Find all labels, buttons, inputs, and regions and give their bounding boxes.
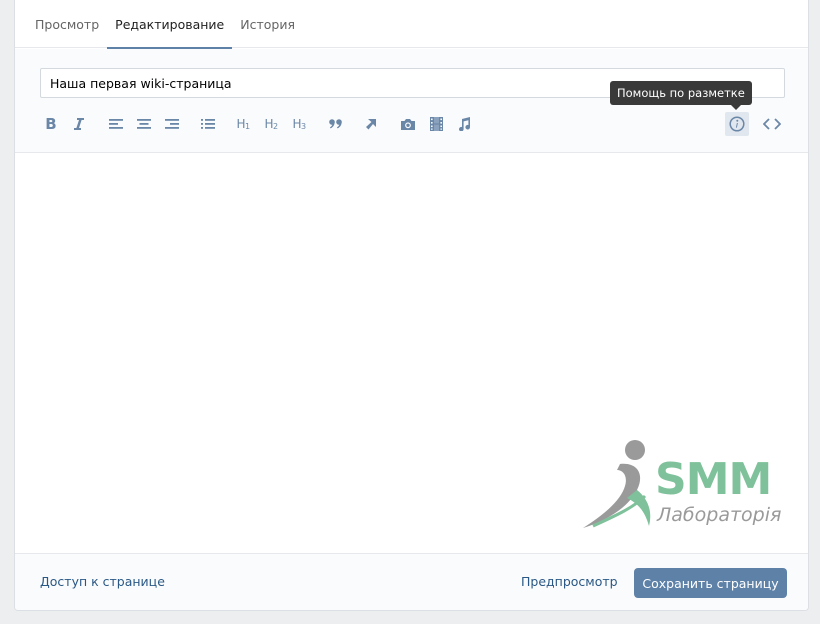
bold-icon: B: [45, 115, 57, 133]
heading-3-icon: H3: [292, 117, 306, 131]
preview-link[interactable]: Предпросмотр: [521, 574, 618, 589]
page-access-link[interactable]: Доступ к странице: [40, 574, 165, 589]
heading-3-letter: H: [292, 117, 301, 131]
save-page-button[interactable]: Сохранить страницу: [634, 568, 787, 598]
smm-lab-watermark: SMM Лабораторія: [575, 434, 795, 534]
align-center-icon: [137, 119, 151, 129]
tab-bar: Просмотр Редактирование История: [15, 0, 808, 49]
bold-button[interactable]: B: [39, 112, 63, 136]
wiki-editor-card: Просмотр Редактирование История B: [14, 0, 809, 611]
heading-1-icon: H1: [236, 117, 250, 131]
align-left-button[interactable]: [104, 112, 128, 136]
heading-2-letter: H: [264, 117, 273, 131]
align-right-button[interactable]: [160, 112, 184, 136]
quote-icon: [329, 119, 342, 129]
watermark-subtitle: Лабораторія: [657, 504, 782, 526]
heading-1-level: 1: [244, 122, 250, 131]
photo-button[interactable]: [396, 112, 420, 136]
heading-1-letter: H: [236, 117, 245, 131]
heading-3-button[interactable]: H3: [287, 112, 311, 136]
heading-1-button[interactable]: H1: [231, 112, 255, 136]
tab-view[interactable]: Просмотр: [27, 0, 107, 48]
code-icon: [763, 118, 781, 130]
editor-header: B: [15, 49, 808, 153]
video-icon: [429, 117, 443, 131]
heading-2-button[interactable]: H2: [259, 112, 283, 136]
smm-lab-logo-icon: [583, 440, 651, 528]
align-left-icon: [109, 119, 123, 129]
markup-help-icon: [729, 116, 745, 132]
align-right-icon: [165, 119, 179, 129]
video-button[interactable]: [424, 112, 448, 136]
photo-icon: [401, 118, 415, 130]
tab-edit[interactable]: Редактирование: [107, 0, 233, 49]
markup-help-button[interactable]: [725, 112, 749, 136]
tab-history[interactable]: История: [232, 0, 303, 48]
heading-2-level: 2: [272, 122, 278, 131]
italic-button[interactable]: [67, 112, 91, 136]
audio-button[interactable]: [452, 112, 476, 136]
heading-3-level: 3: [300, 122, 306, 131]
code-view-button[interactable]: [760, 112, 784, 136]
editor-footer: Доступ к странице Предпросмотр Сохранить…: [15, 553, 808, 610]
link-icon: [366, 119, 376, 130]
bulleted-list-button[interactable]: [196, 112, 220, 136]
watermark-brand: SMM: [655, 454, 772, 505]
link-button[interactable]: [359, 112, 383, 136]
audio-icon: [458, 117, 470, 131]
heading-2-icon: H2: [264, 117, 278, 131]
italic-icon: [74, 118, 84, 130]
editor-content-area[interactable]: SMM Лабораторія: [15, 154, 808, 553]
bulleted-list-icon: [201, 119, 215, 129]
align-center-button[interactable]: [132, 112, 156, 136]
quote-button[interactable]: [324, 112, 348, 136]
markup-help-tooltip: Помощь по разметке: [610, 81, 752, 110]
